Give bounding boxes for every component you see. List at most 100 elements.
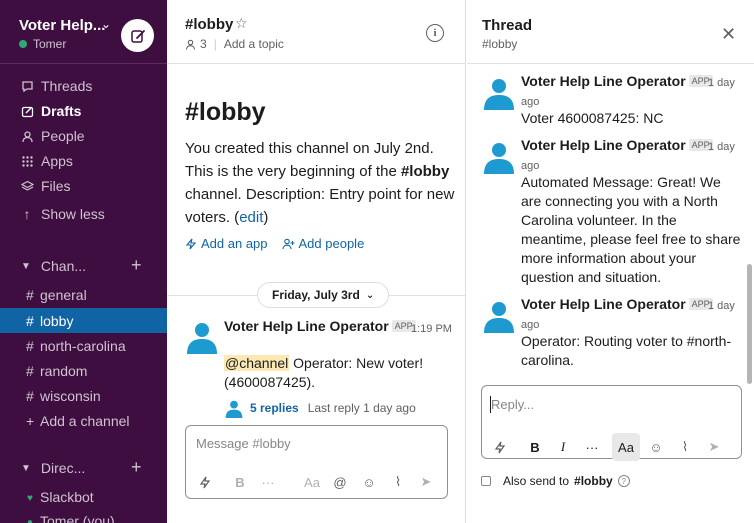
sidebar-channel-north-carolina[interactable]: # north-carolina [0, 333, 167, 358]
sidebar-item-show-less[interactable]: ↑ Show less [0, 202, 167, 226]
replies-link[interactable]: 5 replies [250, 401, 299, 415]
hash-icon: # [26, 312, 34, 329]
sidebar-item-label: Apps [41, 153, 73, 169]
sidebar-item-label: Threads [41, 78, 93, 94]
thread-message-timestamp[interactable]: 1 day ago [521, 297, 743, 335]
add-channel-plus-icon[interactable]: + [131, 255, 142, 276]
sidebar-item-people[interactable]: People [0, 124, 167, 148]
avatar[interactable] [481, 297, 517, 333]
presence-active-icon: ● [27, 516, 34, 523]
add-person-icon [281, 238, 295, 249]
hash-icon: # [26, 362, 34, 379]
presence-active-icon [19, 40, 27, 48]
emoji-icon[interactable]: ☺ [647, 440, 665, 455]
dms-section-header[interactable]: ▼ Direc... + [0, 456, 167, 480]
sidebar-channel-general[interactable]: # general [0, 282, 167, 307]
workspace-name[interactable]: Voter Help... [19, 17, 105, 34]
help-icon[interactable]: ? [617, 475, 630, 487]
channel-mention[interactable]: @channel [224, 355, 290, 371]
thread-message-body: Automated Message: Great! We are connect… [521, 174, 741, 285]
more-icon[interactable]: ··· [259, 475, 277, 490]
shortcuts-lightning-icon[interactable] [196, 476, 214, 489]
author-name[interactable]: Voter Help Line Operator [224, 318, 389, 334]
add-people-link[interactable]: Add people [281, 236, 365, 251]
channel-label: general [40, 286, 87, 303]
thread-replies-bar[interactable]: 5 replies Last reply 1 day ago [224, 398, 416, 418]
caret-down-icon: ▼ [21, 260, 31, 272]
add-topic-link[interactable]: Add a topic [224, 37, 284, 51]
close-icon[interactable]: ✕ [721, 24, 736, 45]
member-icon[interactable] [185, 39, 196, 50]
intro-description: You created this channel on July 2nd. Th… [185, 137, 455, 229]
attachment-paperclip-icon[interactable]: ⌇ [676, 439, 694, 455]
dms-section-label: Direc... [40, 460, 86, 476]
avatar[interactable] [481, 138, 517, 174]
message-timestamp[interactable]: 1:19 PM [411, 320, 461, 339]
composer-toolbar: B ··· Aa @ ☺ ⌇ ➤ [196, 474, 435, 490]
thread-channel[interactable]: #lobby [482, 37, 517, 51]
intro-text-part: You created this channel on July 2nd. Th… [185, 140, 434, 180]
sidebar-item-files[interactable]: Files [0, 174, 167, 198]
sidebar-item-drafts[interactable]: Drafts [0, 99, 167, 123]
also-send-checkbox[interactable] [481, 476, 491, 486]
thread-message-body: Operator: Routing voter to #north-caroli… [521, 333, 732, 368]
sidebar-channel-wisconsin[interactable]: # wisconsin [0, 383, 167, 408]
message-input[interactable]: Message #lobby [196, 436, 291, 451]
day-divider-button[interactable]: Friday, July 3rd ⌄ [257, 282, 390, 308]
sidebar-dm-slackbot[interactable]: ♥ Slackbot [0, 484, 167, 509]
channel-label: north-carolina [40, 337, 126, 354]
last-reply-text: Last reply 1 day ago [307, 401, 416, 415]
send-icon[interactable]: ➤ [705, 439, 723, 455]
reply-input[interactable]: Reply... [491, 397, 534, 412]
people-icon [20, 130, 34, 143]
dm-you-label: (you) [82, 512, 115, 523]
star-icon[interactable]: ☆ [235, 15, 248, 32]
bold-icon[interactable]: B [526, 440, 544, 455]
attachment-paperclip-icon[interactable]: ⌇ [389, 474, 407, 490]
sidebar-add-channel[interactable]: + Add a channel [0, 408, 167, 433]
thread-message-timestamp[interactable]: 1 day ago [521, 138, 743, 176]
reply-composer[interactable]: Reply... B I ··· Aa ☺ ⌇ ➤ [481, 385, 742, 461]
message-author[interactable]: Voter Help Line Operator APP [224, 318, 416, 334]
edit-description-link[interactable]: edit [239, 209, 263, 226]
at-mention-icon[interactable]: @ [331, 475, 349, 490]
plus-icon: + [26, 412, 35, 429]
member-count[interactable]: 3 [200, 37, 207, 51]
threads-icon [20, 80, 34, 93]
italic-icon[interactable]: I [554, 439, 572, 455]
bold-icon[interactable]: B [231, 475, 249, 490]
message-composer[interactable]: Message #lobby B ··· Aa @ ☺ ⌇ ➤ [185, 425, 448, 499]
channel-title[interactable]: #lobby [185, 16, 233, 33]
formatting-icon[interactable]: Aa [302, 475, 322, 490]
add-channel-label: Add a channel [40, 412, 130, 429]
emoji-icon[interactable]: ☺ [360, 475, 378, 490]
info-icon[interactable]: i [426, 24, 444, 42]
formatting-icon[interactable]: Aa [612, 433, 640, 461]
compose-button[interactable] [121, 19, 154, 52]
sidebar-item-apps[interactable]: Apps [0, 149, 167, 173]
compose-icon [130, 29, 145, 43]
thread-title: Thread [482, 17, 533, 34]
sidebar-item-threads[interactable]: Threads [0, 74, 167, 98]
hash-icon: # [26, 286, 34, 303]
avatar[interactable] [481, 74, 517, 110]
add-app-link[interactable]: Add an app [185, 236, 268, 251]
chevron-down-icon[interactable]: ⌄ [101, 17, 111, 31]
shortcuts-lightning-icon[interactable] [491, 441, 509, 454]
hash-icon: # [26, 387, 34, 404]
workspace-header[interactable]: Voter Help... ⌄ Tomer [0, 0, 167, 64]
add-people-label: Add people [298, 236, 365, 251]
thread-scrollbar[interactable] [747, 264, 752, 384]
also-send-channel: #lobby [574, 474, 613, 488]
more-icon[interactable]: ··· [583, 440, 601, 455]
sidebar-dm-self[interactable]: ● Tomer (you) [0, 508, 167, 523]
send-icon[interactable]: ➤ [417, 474, 435, 490]
channels-section-header[interactable]: ▼ Chan... + [0, 254, 167, 278]
thread-message-timestamp[interactable]: 1 day ago [521, 74, 743, 112]
sidebar-channel-random[interactable]: # random [0, 358, 167, 383]
add-dm-plus-icon[interactable]: + [131, 457, 142, 478]
intro-channel-name: #lobby [400, 163, 450, 180]
drafts-icon [20, 105, 34, 118]
avatar[interactable] [184, 318, 220, 354]
sidebar-channel-lobby[interactable]: # lobby [0, 308, 167, 333]
